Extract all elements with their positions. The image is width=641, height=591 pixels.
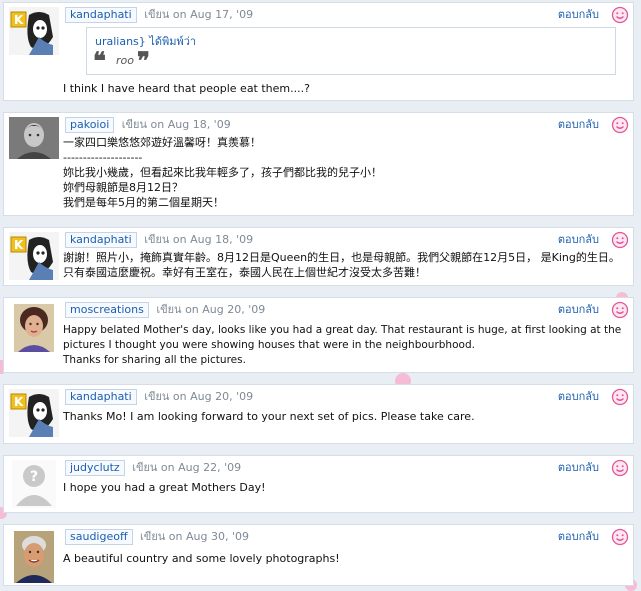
comment-header: kandaphati เขียน on Aug 18, '09 [65, 232, 253, 248]
comment-text: Thanks for sharing all the pictures. [63, 354, 246, 366]
comment-date: เขียน on Aug 30, '09 [140, 530, 249, 543]
comment-header: judyclutz เขียน on Aug 22, '09 [65, 460, 241, 476]
comment-text: 妳比我小幾歲，但看起來比我年輕多了，孩子們都比我的兒子小！ [63, 166, 382, 179]
svg-text:K: K [14, 238, 24, 252]
comment: moscreations เขียน on Aug 20, '09 ตอบกลั… [3, 297, 634, 373]
smiley-icon[interactable] [611, 528, 629, 546]
comment-body: I think I have heard that people eat the… [63, 81, 627, 96]
smiley-icon[interactable] [611, 6, 629, 24]
comment-text: Happy belated Mother's day, looks like y… [63, 324, 622, 351]
comment: ? judyclutz เขียน on Aug 22, '09 ตอบกลับ… [3, 455, 634, 513]
comment-text: Thanks Mo! I am looking forward to your … [63, 410, 475, 423]
comment-date: เขียน on Aug 17, '09 [144, 8, 254, 21]
smiley-icon[interactable] [611, 459, 629, 477]
svg-text:K: K [14, 13, 24, 27]
comment-date: เขียน on Aug 22, '09 [132, 461, 242, 474]
comment-header: kandaphati เขียน on Aug 17, '09 [65, 7, 253, 23]
close-quote-icon: ❞ [137, 46, 150, 75]
avatar[interactable]: ? [12, 460, 56, 508]
reply-link[interactable]: ตอบกลับ [558, 389, 599, 405]
comment-text: 我們是每年5月的第二個星期天！ [63, 196, 224, 209]
username-link[interactable]: pakoioi [65, 117, 115, 133]
smiley-icon[interactable] [611, 116, 629, 134]
comment-text: 一家四口樂悠悠郊遊好溫馨呀！真羨慕！ [63, 136, 261, 149]
avatar[interactable]: K [9, 7, 59, 55]
reply-link[interactable]: ตอบกลับ [558, 302, 599, 318]
avatar[interactable] [14, 531, 54, 583]
quote-box: uralians} ได้พิมพ์ว่า ❝ roo ❞ [86, 27, 616, 75]
comment-text: -------------------- [63, 151, 143, 164]
comment-body: I hope you had a great Mothers Day! [63, 480, 627, 495]
username-link[interactable]: moscreations [65, 302, 149, 318]
comment: K kandaphati เขียน on Aug 20, '09 ตอบกลั… [3, 384, 634, 444]
comment-header: moscreations เขียน on Aug 20, '09 [65, 302, 265, 318]
quote-text: roo [116, 54, 134, 67]
comment: saudigeoff เขียน on Aug 30, '09 ตอบกลับ … [3, 524, 634, 586]
avatar[interactable]: K [9, 389, 59, 437]
username-link[interactable]: saudigeoff [65, 529, 133, 545]
reply-link[interactable]: ตอบกลับ [558, 7, 599, 23]
comment: K kandaphati เขียน on Aug 17, '09 ตอบกลั… [3, 2, 634, 101]
smiley-icon[interactable] [611, 301, 629, 319]
reply-link[interactable]: ตอบกลับ [558, 529, 599, 545]
username-link[interactable]: kandaphati [65, 7, 137, 23]
comment-text: 謝謝！照片小，掩飾真實年齡。8月12日是Queen的生日，也是母親節。我們父親節… [63, 251, 620, 279]
comment-header: kandaphati เขียน on Aug 20, '09 [65, 389, 253, 405]
comment-body: A beautiful country and some lovely phot… [63, 551, 627, 566]
comment-date: เขียน on Aug 18, '09 [144, 233, 254, 246]
comment-header: saudigeoff เขียน on Aug 30, '09 [65, 529, 249, 545]
comment: K kandaphati เขียน on Aug 18, '09 ตอบกลั… [3, 227, 634, 286]
comment-text: I think I have heard that people eat the… [63, 82, 310, 95]
comment-text: A beautiful country and some lovely phot… [63, 552, 340, 565]
comment-body: Happy belated Mother's day, looks like y… [63, 323, 627, 368]
reply-link[interactable]: ตอบกลับ [558, 460, 599, 476]
username-link[interactable]: judyclutz [65, 460, 125, 476]
smiley-icon[interactable] [611, 231, 629, 249]
comment-date: เขียน on Aug 20, '09 [144, 390, 254, 403]
comment-text: I hope you had a great Mothers Day! [63, 481, 266, 494]
svg-text:?: ? [30, 469, 38, 485]
comment-header: pakoioi เขียน on Aug 18, '09 [65, 117, 231, 133]
svg-text:K: K [14, 395, 24, 409]
comment-body: 一家四口樂悠悠郊遊好溫馨呀！真羨慕！ -------------------- … [63, 135, 627, 210]
avatar[interactable] [9, 117, 59, 159]
smiley-icon[interactable] [611, 388, 629, 406]
comment-body: 謝謝！照片小，掩飾真實年齡。8月12日是Queen的生日，也是母親節。我們父親節… [63, 250, 627, 280]
comment: pakoioi เขียน on Aug 18, '09 ตอบกลับ 一家四… [3, 112, 634, 216]
comment-text: 妳們母親節是8月12日？ [63, 181, 183, 194]
reply-link[interactable]: ตอบกลับ [558, 117, 599, 133]
comment-date: เขียน on Aug 18, '09 [121, 118, 231, 131]
reply-link[interactable]: ตอบกลับ [558, 232, 599, 248]
comment-body: Thanks Mo! I am looking forward to your … [63, 409, 627, 424]
comment-date: เขียน on Aug 20, '09 [156, 303, 266, 316]
avatar[interactable] [14, 304, 54, 352]
username-link[interactable]: kandaphati [65, 232, 137, 248]
open-quote-icon: ❝ [93, 46, 106, 75]
username-link[interactable]: kandaphati [65, 389, 137, 405]
avatar[interactable]: K [9, 232, 59, 280]
